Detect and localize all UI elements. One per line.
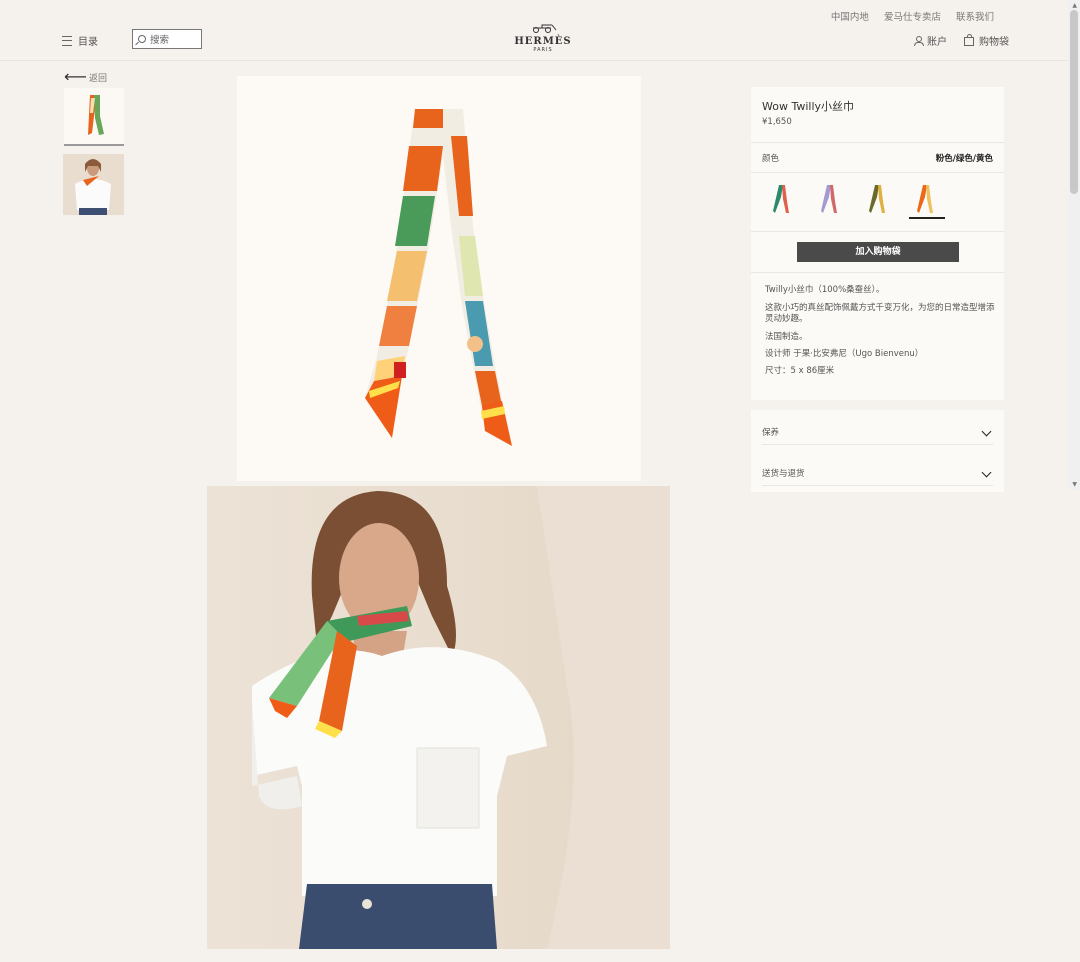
scarf-thumbnail-icon	[88, 95, 104, 135]
stores-link[interactable]: 爱马仕专卖店	[884, 12, 941, 23]
scroll-up-icon[interactable]: ▲	[1072, 2, 1077, 9]
accordion-care[interactable]: 保养	[762, 426, 993, 445]
search-input[interactable]: 搜索	[132, 29, 202, 49]
product-title: Wow Twilly小丝巾	[762, 100, 855, 113]
add-to-bag-button[interactable]: 加入购物袋	[797, 242, 959, 262]
description-line: 这款小巧的真丝配饰佩戴方式千变万化，为您的日常造型增添灵动妙趣。	[765, 303, 995, 324]
brand-city: PARIS	[533, 47, 553, 53]
swatch-orange-selected[interactable]	[909, 183, 945, 219]
swatch-green[interactable]	[765, 183, 799, 217]
thumbnail-scarf[interactable]	[64, 88, 124, 146]
color-label: 颜色	[762, 154, 780, 164]
accordion-shipping[interactable]: 送货与退货	[762, 467, 993, 486]
menu-label: 目录	[78, 37, 98, 48]
divider	[751, 272, 1004, 273]
made-in: 法国制造。	[765, 332, 808, 342]
model-thumbnail-icon	[63, 154, 124, 215]
back-label: 返回	[88, 74, 107, 84]
swatch-olive[interactable]	[861, 183, 895, 217]
size: 尺寸：5 x 86厘米	[765, 366, 835, 376]
account-link[interactable]: 账户	[914, 33, 947, 48]
color-value: 粉色/绿色/黄色	[935, 154, 993, 164]
designer: 设计师 于果·比安弗尼（Ugo Bienvenu）	[765, 349, 924, 359]
scrollbar-thumb[interactable]	[1070, 10, 1078, 194]
product-price: ¥1,650	[762, 117, 792, 127]
scarf-swatch-orange-icon	[917, 185, 933, 213]
divider	[751, 142, 1004, 143]
description-line: Twilly小丝巾（100%桑蚕丝）。	[765, 285, 885, 295]
search-placeholder: 搜索	[150, 35, 170, 46]
top-links: 中国内地 爱马仕专卖店 联系我们	[819, 9, 994, 23]
scarf-swatch-lilac-icon	[821, 185, 837, 213]
divider	[751, 231, 1004, 232]
hamburger-icon	[62, 35, 72, 46]
scrollbar[interactable]: ▲ ▼	[1068, 0, 1080, 490]
divider	[751, 172, 1004, 173]
accordion-label: 送货与退货	[762, 469, 805, 479]
scroll-down-icon[interactable]: ▼	[1072, 481, 1077, 488]
bag-label: 购物袋	[979, 37, 1009, 48]
site-header: 中国内地 爱马仕专卖店 联系我们 目录 搜索 HERMÈS PARIS 账户 购…	[0, 0, 1068, 61]
swatch-lilac[interactable]	[813, 183, 847, 217]
brand-logo[interactable]: HERMÈS PARIS	[512, 24, 574, 53]
back-link[interactable]: ⟵ 返回	[64, 67, 107, 86]
shopping-bag-link[interactable]: 购物袋	[964, 33, 1009, 48]
thumbnail-model[interactable]	[63, 154, 124, 215]
search-icon	[138, 35, 146, 43]
product-info-card: Wow Twilly小丝巾 ¥1,650 颜色 粉色/绿色/黄色 加入购物袋 T…	[751, 87, 1004, 400]
scarf-swatch-green-icon	[773, 185, 789, 213]
account-icon	[914, 36, 924, 46]
accordion-card: 保养 送货与退货	[751, 410, 1004, 492]
chevron-down-icon	[981, 467, 992, 478]
region-link[interactable]: 中国内地	[831, 12, 869, 23]
scarf-swatch-olive-icon	[869, 185, 885, 213]
scarf-product-icon	[365, 109, 512, 446]
product-description: Twilly小丝巾（100%桑蚕丝）。 这款小巧的真丝配饰佩戴方式千变万化，为您…	[765, 285, 995, 383]
brand-name: HERMÈS	[514, 36, 572, 47]
menu-button[interactable]: 目录	[62, 33, 98, 48]
account-label: 账户	[927, 37, 947, 48]
color-swatches	[765, 183, 995, 219]
carriage-logo-icon	[512, 24, 574, 36]
contact-link[interactable]: 联系我们	[956, 12, 994, 23]
chevron-down-icon	[981, 426, 992, 437]
model-photo-icon	[252, 486, 670, 949]
arrow-left-icon: ⟵	[64, 67, 87, 86]
accordion-label: 保养	[762, 428, 780, 438]
bag-icon	[964, 34, 974, 46]
model-image[interactable]	[207, 486, 670, 949]
product-image[interactable]	[237, 76, 641, 481]
